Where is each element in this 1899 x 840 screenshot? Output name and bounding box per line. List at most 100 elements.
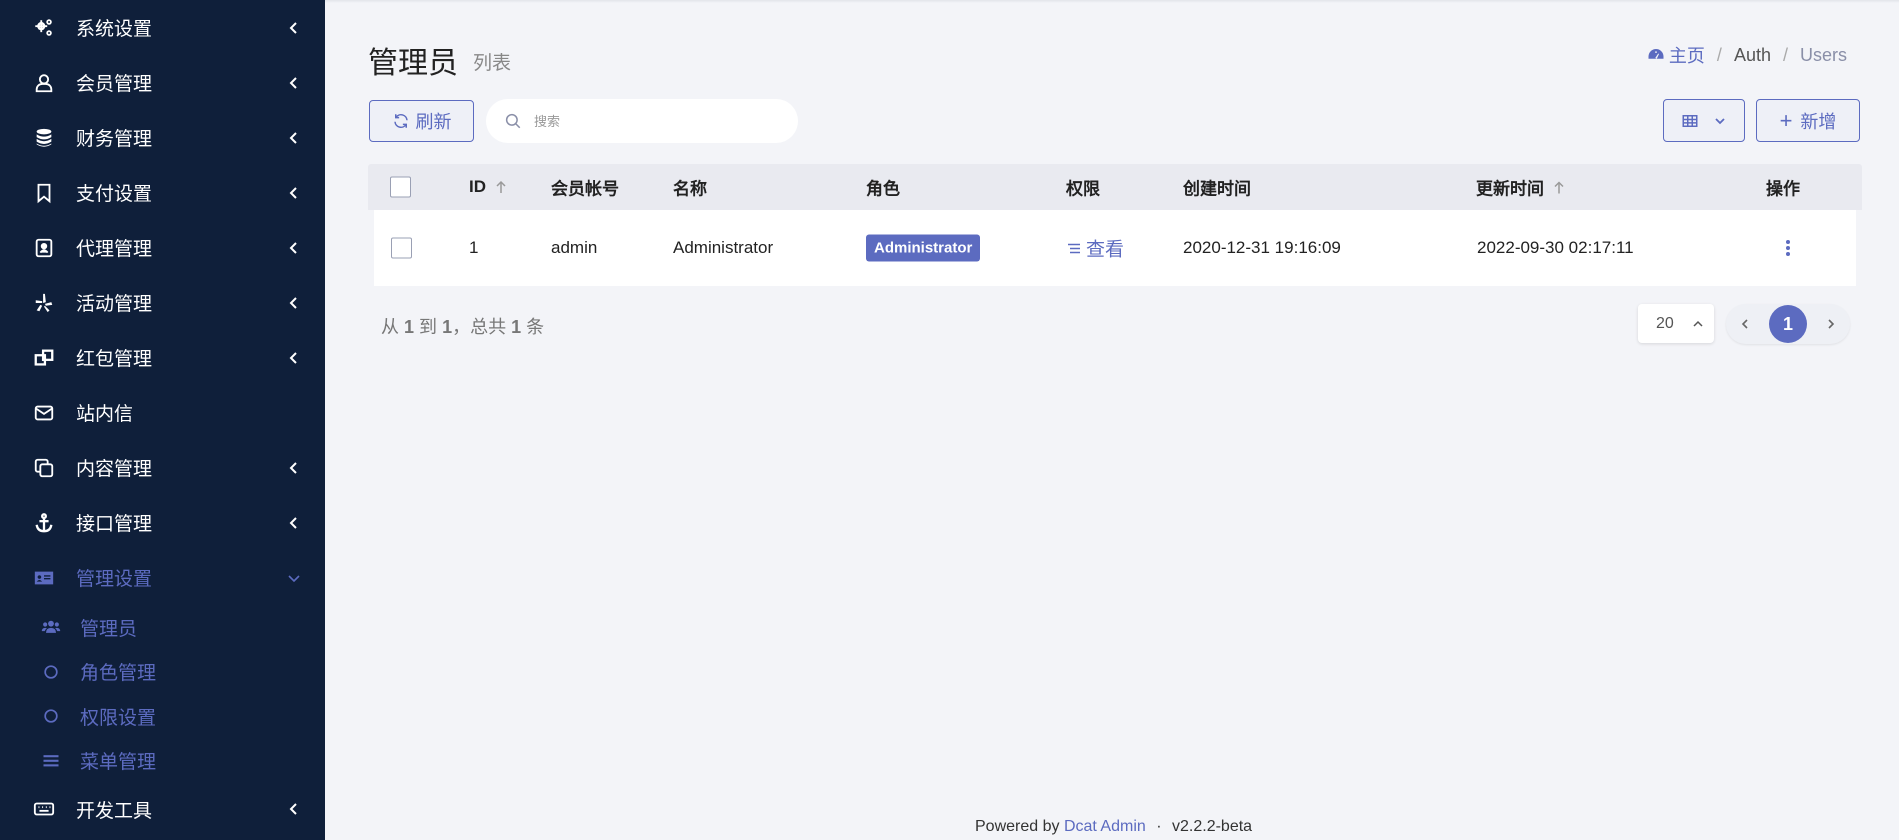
sidebar-subitem-label: 管理员 <box>80 618 138 640</box>
refresh-label: 刷新 <box>415 112 452 132</box>
users-table: ID 会员帐号 名称 角色 权限 创建时间 更新时间 操作 1 admin Ad… <box>368 164 1862 286</box>
sidebar-item-api[interactable]: 接口管理 <box>0 495 325 550</box>
dashboard-icon <box>1648 49 1664 59</box>
pagination-summary: 从 1 到 1，总共 1 条 <box>381 313 544 339</box>
sidebar-subitem-label: 菜单管理 <box>80 752 157 774</box>
sidebar-item-content[interactable]: 内容管理 <box>0 440 325 495</box>
cell-role: Administrator <box>866 234 981 262</box>
prev-page-button[interactable] <box>1736 315 1754 333</box>
search-input[interactable] <box>534 113 774 129</box>
sidebar-item-dev-tools[interactable]: 开发工具 <box>0 783 325 835</box>
per-page-select[interactable]: 20 <box>1638 304 1714 343</box>
per-page-value: 20 <box>1656 314 1674 332</box>
column-header-name: 名称 <box>673 179 707 199</box>
sidebar-item-members[interactable]: 会员管理 <box>0 55 325 110</box>
sidebar-item-label: 支付设置 <box>76 184 153 205</box>
cell-name: Administrator <box>673 238 774 257</box>
circle-icon <box>40 705 62 727</box>
sidebar-item-messages[interactable]: 站内信 <box>0 385 325 440</box>
sort-arrow-icon[interactable] <box>494 180 508 194</box>
sidebar-item-activities[interactable]: 活动管理 <box>0 275 325 330</box>
pagination: 1 <box>1726 304 1850 344</box>
table-icon <box>1682 114 1698 127</box>
circle-icon <box>40 661 62 683</box>
sidebar-subitem-label: 角色管理 <box>80 663 157 685</box>
yelp-icon <box>32 291 56 315</box>
view-permissions-link[interactable]: 查看 <box>1066 235 1124 262</box>
envelope-icon <box>32 401 56 425</box>
top-divider <box>325 0 1899 3</box>
column-header-updated[interactable]: 更新时间 <box>1476 175 1566 200</box>
chevron-left-icon <box>289 131 297 144</box>
chevron-left-icon <box>1741 319 1748 329</box>
search-field[interactable] <box>486 99 798 143</box>
breadcrumb-auth[interactable]: Auth <box>1734 45 1771 66</box>
chevron-left-icon <box>289 351 297 364</box>
column-header-account: 会员帐号 <box>551 179 619 199</box>
sidebar-item-system-settings[interactable]: 系统设置 <box>0 0 325 55</box>
id-card-icon <box>32 566 56 590</box>
sidebar-item-red-packets[interactable]: 红包管理 <box>0 330 325 385</box>
chevron-left-icon <box>289 186 297 199</box>
sidebar-subitem-menus[interactable]: 菜单管理 <box>0 739 325 784</box>
sidebar-subitem-roles[interactable]: 角色管理 <box>0 650 325 695</box>
main-content: 管理员 列表 主页 / Auth / Users 刷新 + 新增 ID 会员帐号… <box>325 0 1899 840</box>
sort-arrow-icon[interactable] <box>1552 180 1566 194</box>
sidebar: 系统设置 会员管理 财务管理 支付设置 代理管理 活动管理 红包管理 站内信 内… <box>0 0 325 840</box>
bookmark-icon <box>32 181 56 205</box>
breadcrumb: 主页 / Auth / Users <box>1647 42 1847 68</box>
column-header-id[interactable]: ID <box>469 177 508 197</box>
plus-icon: + <box>1779 107 1793 133</box>
sidebar-item-admin-settings[interactable]: 管理设置 <box>0 550 325 605</box>
row-checkbox[interactable] <box>391 237 412 259</box>
refresh-button[interactable]: 刷新 <box>369 100 474 142</box>
contact-book-icon <box>32 236 56 260</box>
breadcrumb-separator: / <box>1782 44 1788 65</box>
cell-updated: 2022-09-30 02:17:11 <box>1477 238 1634 257</box>
list-icon <box>1068 243 1080 253</box>
column-header-label: 更新时间 <box>1476 179 1544 199</box>
column-selector-button[interactable] <box>1663 99 1745 142</box>
more-vertical-icon <box>1786 240 1790 256</box>
next-page-button[interactable] <box>1822 315 1840 333</box>
sidebar-item-payment[interactable]: 支付设置 <box>0 165 325 220</box>
select-all-checkbox-cell <box>390 176 411 198</box>
summary-text: 从 <box>381 317 399 337</box>
keyboard-icon <box>32 797 56 821</box>
view-permissions-label: 查看 <box>1086 239 1125 261</box>
summary-text: ，总共 <box>452 317 507 337</box>
footer-version: v2.2.2-beta <box>1172 818 1253 835</box>
sidebar-subitem-label: 权限设置 <box>80 707 157 729</box>
sidebar-item-label: 管理设置 <box>76 569 153 590</box>
row-actions-menu[interactable] <box>1785 239 1791 257</box>
column-header-label: ID <box>469 177 486 196</box>
add-new-button[interactable]: + 新增 <box>1756 99 1860 142</box>
summary-text: 到 <box>419 317 438 337</box>
sidebar-subitem-permissions[interactable]: 权限设置 <box>0 694 325 739</box>
sidebar-item-finance[interactable]: 财务管理 <box>0 110 325 165</box>
breadcrumb-home[interactable]: 主页 <box>1647 42 1705 68</box>
column-header-permission: 权限 <box>1066 179 1100 199</box>
summary-from-value: 1 <box>404 317 415 337</box>
gears-icon <box>32 16 56 40</box>
anchor-icon <box>32 511 56 535</box>
sidebar-item-label: 红包管理 <box>76 349 153 370</box>
sidebar-item-agents[interactable]: 代理管理 <box>0 220 325 275</box>
page-1-button[interactable]: 1 <box>1769 305 1807 343</box>
sidebar-subitem-administrators[interactable]: 管理员 <box>0 605 325 650</box>
column-header-role: 角色 <box>866 179 900 199</box>
chevron-down-icon <box>288 574 300 582</box>
summary-text: 条 <box>526 317 545 337</box>
chevron-up-icon <box>1693 320 1703 327</box>
chevron-left-icon <box>289 76 297 89</box>
sidebar-item-label: 活动管理 <box>76 294 153 315</box>
chevron-down-icon <box>1715 117 1725 124</box>
select-all-checkbox[interactable] <box>390 176 411 198</box>
bars-icon <box>40 750 62 772</box>
footer-brand-link[interactable]: Dcat Admin <box>1064 818 1146 835</box>
role-badge: Administrator <box>866 234 981 262</box>
add-new-label: 新增 <box>1800 111 1837 132</box>
summary-total-value: 1 <box>511 317 522 337</box>
users-icon <box>40 616 62 638</box>
breadcrumb-home-label: 主页 <box>1668 46 1705 66</box>
